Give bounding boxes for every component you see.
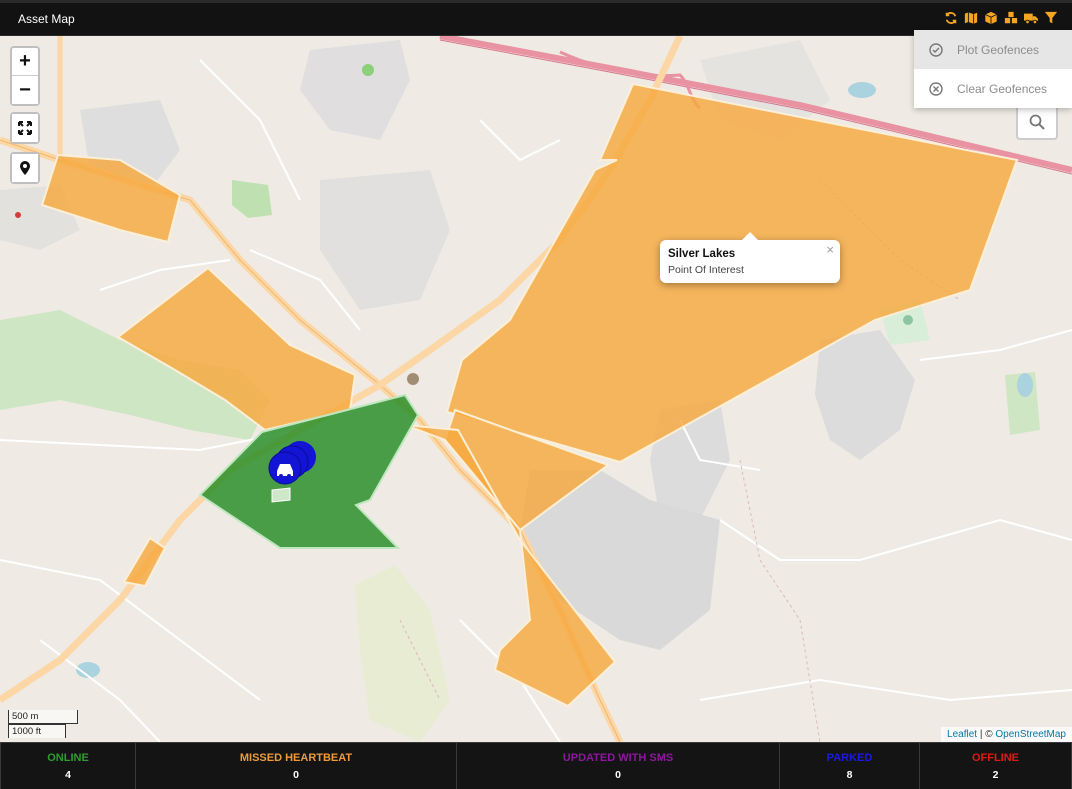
asset-map-app: Asset Map + − Silver Lakes Point Of Inte…: [0, 0, 1072, 789]
status-label: ONLINE: [47, 751, 89, 764]
park-area: [355, 565, 450, 742]
attribution-separator: | ©: [977, 729, 996, 740]
truck-icon[interactable]: [1024, 11, 1038, 25]
map-scale: 500 m 1000 ft: [8, 710, 78, 738]
status-count: 4: [65, 768, 71, 781]
leaflet-link[interactable]: Leaflet: [947, 729, 977, 740]
page-title: Asset Map: [18, 12, 75, 26]
status-updated-with-sms[interactable]: UPDATED WITH SMS 0: [457, 742, 780, 789]
search-icon: [1029, 114, 1045, 130]
poi-popup: Silver Lakes Point Of Interest ×: [660, 232, 840, 283]
popup-title: Silver Lakes: [668, 248, 736, 260]
clear-geofences-item[interactable]: Clear Geofences: [914, 69, 1072, 108]
map-marker-icon: [20, 161, 30, 175]
car-icon: [277, 464, 293, 476]
status-count: 2: [992, 768, 999, 781]
zoom-control: + −: [10, 46, 40, 106]
geofence-menu: Plot Geofences Clear Geofences: [914, 30, 1072, 108]
filter-icon[interactable]: [1044, 11, 1058, 25]
status-online[interactable]: ONLINE 4: [0, 742, 136, 789]
map-canvas[interactable]: + − Silver Lakes Point Of Interest × 500…: [0, 36, 1072, 742]
poi-pin: [15, 212, 21, 218]
status-count: 0: [615, 768, 621, 781]
status-label: OFFLINE: [971, 751, 1020, 764]
osm-link[interactable]: OpenStreetMap: [995, 729, 1066, 740]
built-up-area: [320, 170, 450, 310]
clear-geofences-label: Clear Geofences: [957, 81, 1048, 96]
status-label: PARKED: [826, 751, 873, 764]
zoom-out-button[interactable]: −: [12, 76, 38, 104]
locate-button[interactable]: [12, 154, 38, 182]
map-toolbar: [944, 11, 1058, 25]
built-up-area: [300, 40, 410, 140]
park-area: [232, 180, 272, 218]
map-attribution: Leaflet | © OpenStreetMap: [941, 727, 1072, 742]
x-circle-icon: [928, 81, 944, 97]
scale-imperial: 1000 ft: [8, 724, 66, 738]
map-search-button[interactable]: [1016, 104, 1058, 140]
status-label: UPDATED WITH SMS: [562, 751, 674, 764]
fullscreen-button[interactable]: [12, 114, 38, 142]
water-body: [1017, 373, 1033, 397]
plot-geofences-label: Plot Geofences: [957, 42, 1040, 57]
poi-pin: [407, 373, 419, 385]
status-count: 0: [293, 768, 299, 781]
expand-icon: [18, 121, 32, 135]
status-bar: ONLINE 4 MISSED HEARTBEAT 0 UPDATED WITH…: [0, 742, 1072, 789]
popup-close-button[interactable]: ×: [826, 242, 834, 257]
scale-metric: 500 m: [8, 710, 78, 724]
popup-subtitle: Point Of Interest: [668, 264, 744, 276]
built-up-area: [815, 330, 915, 460]
status-offline[interactable]: OFFLINE 2: [920, 742, 1072, 789]
geofence-polygon: [122, 536, 167, 588]
box-icon[interactable]: [984, 11, 998, 25]
water-body: [848, 82, 876, 98]
check-circle-icon: [928, 42, 944, 58]
fullscreen-control: [10, 112, 40, 144]
cubes-icon[interactable]: [1004, 11, 1018, 25]
status-count: 8: [846, 768, 853, 781]
locate-control: [10, 152, 40, 184]
status-label: MISSED HEARTBEAT: [239, 751, 353, 764]
refresh-icon[interactable]: [944, 11, 958, 25]
plot-geofences-item[interactable]: Plot Geofences: [914, 30, 1072, 69]
map-tiles: [0, 36, 1072, 742]
status-missed-heartbeat[interactable]: MISSED HEARTBEAT 0: [136, 742, 457, 789]
map-icon[interactable]: [964, 11, 978, 25]
poi-pin: [903, 315, 913, 325]
poi-pin: [362, 64, 374, 76]
zoom-in-button[interactable]: +: [12, 48, 38, 76]
header-bar: Asset Map: [0, 0, 1072, 36]
status-parked[interactable]: PARKED 8: [780, 742, 920, 789]
